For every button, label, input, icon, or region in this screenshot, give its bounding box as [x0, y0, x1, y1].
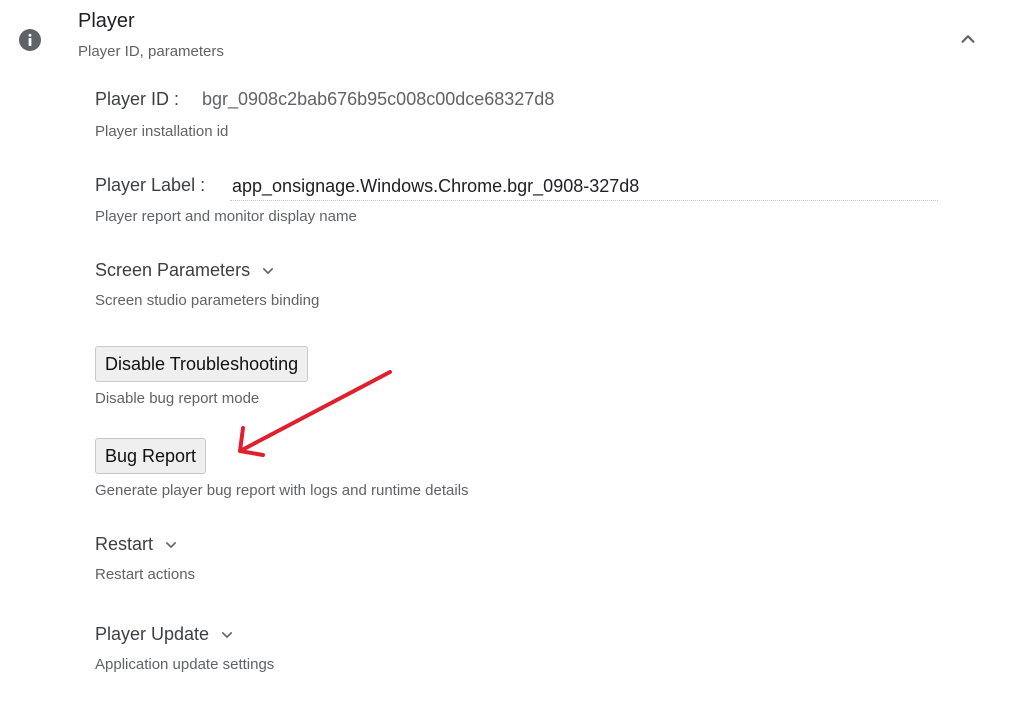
- player-settings-panel: Player Player ID, parameters Player ID :…: [0, 0, 1024, 705]
- restart-label: Restart: [95, 534, 154, 554]
- bug-report-help: Generate player bug report with logs and…: [95, 482, 469, 499]
- section-subtitle: Player ID, parameters: [78, 43, 224, 60]
- chevron-down-icon: [222, 631, 233, 638]
- player-update-label: Player Update: [95, 624, 210, 644]
- screen-parameters-expander[interactable]: Screen Parameters: [95, 260, 278, 281]
- collapse-section-button[interactable]: [955, 26, 981, 52]
- restart-help: Restart actions: [95, 566, 196, 583]
- chevron-down-icon: [166, 541, 177, 548]
- screen-parameters-label: Screen Parameters: [95, 260, 251, 280]
- chevron-down-icon: [263, 267, 274, 274]
- player-update-expander[interactable]: Player Update: [95, 624, 237, 645]
- player-id-value: bgr_0908c2bab676b95c008c00dce68327d8: [202, 89, 555, 109]
- player-label-help: Player report and monitor display name: [95, 208, 357, 225]
- chevron-up-icon: [961, 35, 975, 43]
- player-id-help: Player installation id: [95, 123, 229, 140]
- player-label-label: Player Label :: [95, 175, 206, 195]
- restart-expander[interactable]: Restart: [95, 534, 181, 555]
- bug-report-button[interactable]: Bug Report: [95, 438, 207, 474]
- screen-parameters-help: Screen studio parameters binding: [95, 292, 320, 309]
- disable-troubleshooting-button[interactable]: Disable Troubleshooting: [95, 346, 309, 382]
- info-icon: [19, 29, 41, 51]
- disable-troubleshooting-help: Disable bug report mode: [95, 390, 260, 407]
- player-update-help: Application update settings: [95, 656, 275, 673]
- section-title: Player: [78, 10, 135, 32]
- player-id-label: Player ID :: [95, 89, 180, 109]
- player-label-input[interactable]: [230, 172, 938, 201]
